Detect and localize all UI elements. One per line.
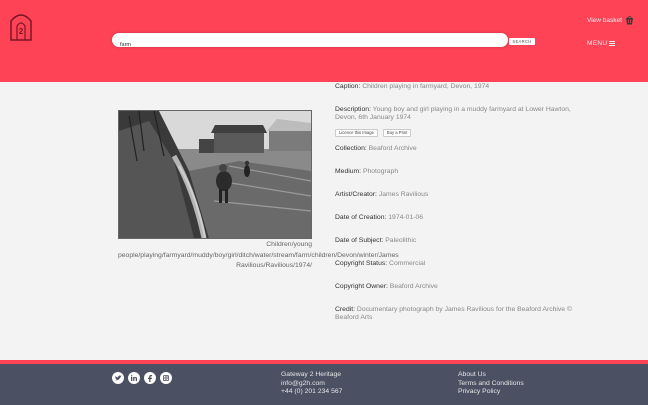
search-bar <box>112 33 508 52</box>
artist-value[interactable]: James Ravilious <box>379 191 428 198</box>
photo-tags: Children/young people/playing/farmyard/m… <box>118 241 399 270</box>
twitter-icon[interactable] <box>112 372 124 384</box>
date-subject-value[interactable]: Paleolithic <box>385 237 416 244</box>
hamburger-icon <box>609 41 616 46</box>
view-basket-link[interactable]: View basket <box>587 14 634 26</box>
basket-label: View basket <box>587 16 622 24</box>
credit-value: Documentary photograph by James Raviliou… <box>335 306 572 321</box>
terms-link[interactable]: Terms and Conditions <box>458 380 524 389</box>
search-input[interactable] <box>112 38 508 52</box>
date-creation-label: Date of Creation: <box>335 214 387 221</box>
footer-links: About Us Terms and Conditions Privacy Po… <box>458 371 524 397</box>
org-name: Gateway 2 Heritage <box>281 371 342 378</box>
site-header: 2 SEARCH View basket MENU <box>0 0 648 82</box>
email-link[interactable]: info@g2h.com <box>281 380 342 389</box>
copyright-status-field: Copyright Status: Commercial <box>335 260 585 268</box>
archive-photo[interactable] <box>118 110 312 239</box>
description-label: Description: <box>335 106 371 113</box>
copyright-status-label: Copyright Status: <box>335 260 388 267</box>
medium-field: Medium: Photograph <box>335 168 585 176</box>
about-us-link[interactable]: About Us <box>458 371 524 380</box>
purchase-actions: Licence this Image Buy a Print <box>335 129 412 137</box>
medium-value[interactable]: Photograph <box>363 168 398 175</box>
basket-icon <box>625 16 633 25</box>
description-field: Description: Young boy and girl playing … <box>335 106 585 122</box>
site-footer: Gateway 2 Heritage info@g2h.com +44 (0) … <box>0 360 648 405</box>
artist-field: Artist/Creator: James Ravilious <box>335 191 585 199</box>
collection-label: Collection: <box>335 145 367 152</box>
social-links <box>112 372 172 384</box>
date-subject-field: Date of Subject: Paleolithic <box>335 237 585 245</box>
phone-number: +44 (0) 201 234 567 <box>281 388 343 395</box>
caption-value: Children playing in farmyard, Devon, 197… <box>362 83 490 90</box>
description-value: Young boy and girl playing in a muddy fa… <box>335 106 571 121</box>
date-subject-label: Date of Subject: <box>335 237 384 244</box>
artist-label: Artist/Creator: <box>335 191 377 198</box>
collection-value[interactable]: Beaford Archive <box>369 145 417 152</box>
buy-print-button[interactable]: Buy a Print <box>382 129 412 137</box>
medium-label: Medium: <box>335 168 362 175</box>
collection-field: Collection: Beaford Archive <box>335 145 585 153</box>
caption-field: Caption: Children playing in farmyard, D… <box>335 83 585 91</box>
copyright-owner-value[interactable]: Beaford Archive <box>390 283 438 290</box>
copyright-status-value[interactable]: Commercial <box>389 260 425 267</box>
linkedin-icon[interactable] <box>128 372 140 384</box>
credit-field: Credit: Documentary photograph by James … <box>335 306 585 322</box>
g2h-logo[interactable]: 2 <box>8 9 34 41</box>
privacy-policy-link[interactable]: Privacy Policy <box>458 388 524 397</box>
svg-text:2: 2 <box>19 27 24 36</box>
search-button[interactable]: SEARCH <box>509 38 535 45</box>
photo-image <box>119 111 311 238</box>
caption-label: Caption: <box>335 83 361 90</box>
licence-image-button[interactable]: Licence this Image <box>335 129 378 137</box>
date-creation-value[interactable]: 1974-01-06 <box>388 214 423 221</box>
credit-label: Credit: <box>335 306 356 313</box>
copyright-owner-label: Copyright Owner: <box>335 283 388 290</box>
copyright-owner-field: Copyright Owner: Beaford Archive <box>335 283 585 291</box>
facebook-icon[interactable] <box>144 372 156 384</box>
contact-info: Gateway 2 Heritage info@g2h.com +44 (0) … <box>281 371 342 397</box>
instagram-icon[interactable] <box>160 372 172 384</box>
menu-button[interactable]: MENU <box>587 40 616 47</box>
menu-label: MENU <box>587 40 608 47</box>
date-creation-field: Date of Creation: 1974-01-06 <box>335 214 585 222</box>
